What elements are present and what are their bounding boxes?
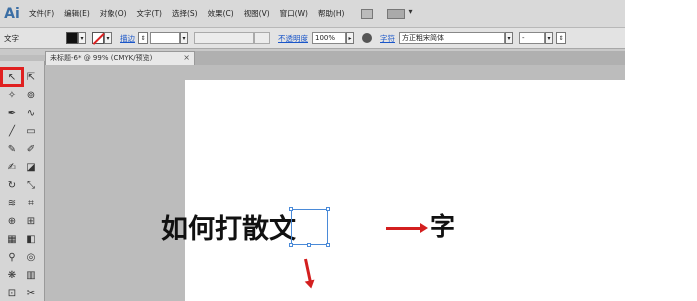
variable-width-field[interactable] (194, 32, 254, 44)
font-family-field[interactable]: 方正粗宋简体 (399, 32, 505, 44)
menu-bar: Ai 文件(F) 编辑(E) 对象(O) 文字(T) 选择(S) 效果(C) 视… (0, 0, 625, 27)
pencil-tool-icon[interactable]: ✐ (22, 142, 40, 156)
control-bar: 文字 ▾ ▾ 描边 ⇕ ▾ 不透明度 100% ▸ 字符 方正粗宋简体 ▾ - … (0, 27, 625, 49)
font-style-field[interactable]: - (519, 32, 545, 44)
menu-view[interactable]: 视图(V) (239, 0, 275, 27)
blob-brush-tool-icon[interactable]: ✍ (3, 160, 21, 174)
eraser-tool-icon[interactable]: ◪ (22, 160, 40, 174)
stroke-dropdown-icon[interactable]: ▾ (104, 32, 112, 44)
font-style-dropdown-icon[interactable]: ▾ (545, 32, 553, 44)
opacity-panel-link[interactable]: 不透明度 (278, 33, 308, 44)
selection-handle[interactable] (326, 243, 330, 247)
app-logo: Ai (4, 5, 20, 22)
line-tool-icon[interactable]: ╱ (3, 124, 21, 138)
selection-tool-highlight (0, 67, 24, 87)
document-tab-title: 未标题-6* @ 99% (CMYK/预览) (50, 54, 153, 62)
recolor-icon[interactable] (362, 33, 372, 43)
rectangle-tool-icon[interactable]: ▭ (22, 124, 40, 138)
close-tab-icon[interactable]: × (183, 52, 190, 64)
artboard[interactable] (185, 80, 625, 301)
menu-help[interactable]: 帮助(H) (313, 0, 350, 27)
stroke-swatch[interactable] (92, 32, 104, 44)
text-selection-box[interactable] (289, 207, 330, 247)
menu-select[interactable]: 选择(S) (167, 0, 203, 27)
canvas-area[interactable]: 如何打散文 字 (45, 65, 625, 301)
mesh-tool-icon[interactable]: ▦ (3, 232, 21, 246)
arrange-documents-icon[interactable] (387, 7, 412, 19)
column-graph-tool-icon[interactable]: ▥ (22, 268, 40, 282)
magic-wand-tool-icon[interactable]: ✧ (3, 88, 21, 102)
free-transform-tool-icon[interactable]: ⌗ (22, 196, 40, 210)
gradient-tool-icon[interactable]: ◧ (22, 232, 40, 246)
document-tab-strip: 未标题-6* @ 99% (CMYK/预览) × (45, 51, 625, 65)
opacity-dropdown-icon[interactable]: ▸ (346, 32, 354, 44)
menu-effect[interactable]: 效果(C) (203, 0, 239, 27)
fill-dropdown-icon[interactable]: ▾ (78, 32, 86, 44)
page-background (625, 0, 697, 301)
menu-file[interactable]: 文件(F) (24, 0, 59, 27)
fill-swatch[interactable] (66, 32, 78, 44)
selection-handle[interactable] (326, 207, 330, 211)
stroke-panel-link[interactable]: 描边 (120, 33, 135, 44)
bridge-icon[interactable] (361, 8, 374, 19)
direct-selection-tool-icon[interactable]: ⇱ (22, 70, 40, 84)
menu-type[interactable]: 文字(T) (132, 0, 167, 27)
eyedropper-tool-icon[interactable]: ⚲ (3, 250, 21, 264)
character-panel-link[interactable]: 字符 (380, 33, 395, 44)
menu-object[interactable]: 对象(O) (95, 0, 132, 27)
shape-builder-tool-icon[interactable]: ⊕ (3, 214, 21, 228)
selection-handle[interactable] (307, 243, 311, 247)
blend-tool-icon[interactable]: ◎ (22, 250, 40, 264)
stroke-weight-field[interactable] (150, 32, 180, 44)
stroke-weight-stepper[interactable]: ⇕ (138, 32, 148, 44)
brush-field[interactable] (254, 32, 270, 44)
opacity-field[interactable]: 100% (312, 32, 346, 44)
selection-handle[interactable] (289, 243, 293, 247)
menu-edit[interactable]: 编辑(E) (59, 0, 95, 27)
selection-handle[interactable] (289, 207, 293, 211)
artboard-tool-icon[interactable]: ⊡ (3, 286, 21, 300)
lasso-tool-icon[interactable]: ⊚ (22, 88, 40, 102)
menu-window[interactable]: 窗口(W) (275, 0, 313, 27)
slice-tool-icon[interactable]: ✂ (22, 286, 40, 300)
toolbox-panel: ↖ ⇱ ✧ ⊚ ✒ ∿ ╱ ▭ ✎ ✐ ✍ ◪ ↻ ⤡ ≋ ⌗ ⊕ ⊞ ▦ ◧ … (0, 55, 45, 301)
paintbrush-tool-icon[interactable]: ✎ (3, 142, 21, 156)
perspective-grid-tool-icon[interactable]: ⊞ (22, 214, 40, 228)
scale-tool-icon[interactable]: ⤡ (22, 178, 40, 192)
current-tool-label: 文字 (4, 33, 19, 43)
symbol-sprayer-tool-icon[interactable]: ❋ (3, 268, 21, 282)
rotate-tool-icon[interactable]: ↻ (3, 178, 21, 192)
warp-tool-icon[interactable]: ≋ (3, 196, 21, 210)
pen-tool-icon[interactable]: ✒ (3, 106, 21, 120)
headline-text-object[interactable]: 如何打散文 (161, 207, 296, 246)
stroke-weight-dropdown-icon[interactable]: ▾ (180, 32, 188, 44)
toolbox-grip[interactable] (0, 55, 45, 61)
illustrator-window: Ai 文件(F) 编辑(E) 对象(O) 文字(T) 选择(S) 效果(C) 视… (0, 0, 625, 301)
result-character: 字 (430, 212, 456, 241)
red-arrow-right-icon (386, 223, 428, 233)
curvature-tool-icon[interactable]: ∿ (22, 106, 40, 120)
document-tab[interactable]: 未标题-6* @ 99% (CMYK/预览) × (45, 51, 195, 65)
font-family-dropdown-icon[interactable]: ▾ (505, 32, 513, 44)
font-size-stepper[interactable]: ⇕ (556, 32, 566, 44)
